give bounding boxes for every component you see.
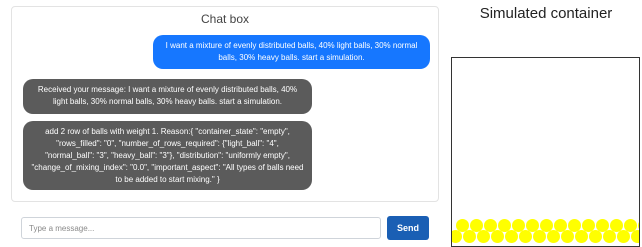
ball: [561, 230, 574, 243]
ball: [539, 219, 553, 232]
ball: [547, 230, 560, 243]
ball: [589, 230, 602, 243]
ball: [497, 219, 511, 232]
ball: [491, 230, 504, 243]
ball: [567, 219, 581, 232]
simulated-container: [451, 57, 640, 247]
bot-message-bubble: Received your message: I want a mixture …: [23, 79, 312, 114]
chat-box-title: Chat box: [200, 12, 250, 26]
ball: [455, 219, 469, 232]
chat-message-list[interactable]: I want a mixture of evenly distributed b…: [18, 32, 432, 195]
ball: [533, 230, 546, 243]
ball: [575, 230, 588, 243]
ball: [505, 230, 518, 243]
ball: [553, 219, 567, 232]
ball: [609, 219, 623, 232]
ball: [469, 219, 483, 232]
ball: [519, 230, 532, 243]
ball: [511, 219, 525, 232]
ball: [525, 219, 539, 232]
ball-layer: [452, 58, 639, 246]
chat-box-panel: Chat box I want a mixture of evenly dist…: [11, 6, 439, 202]
bot-message-bubble: add 2 row of balls with weight 1. Reason…: [23, 121, 312, 190]
ball: [463, 230, 476, 243]
ball: [452, 230, 462, 243]
message-input[interactable]: [21, 217, 381, 239]
ball: [595, 219, 609, 232]
ball: [477, 230, 490, 243]
ball: [483, 219, 497, 232]
user-message-bubble: I want a mixture of evenly distributed b…: [153, 35, 430, 69]
ball: [623, 219, 637, 232]
simulated-container-title: Simulated container: [479, 5, 613, 22]
ball: [617, 230, 630, 243]
ball: [603, 230, 616, 243]
ball: [631, 230, 639, 243]
send-button[interactable]: Send: [387, 216, 429, 240]
ball: [581, 219, 595, 232]
